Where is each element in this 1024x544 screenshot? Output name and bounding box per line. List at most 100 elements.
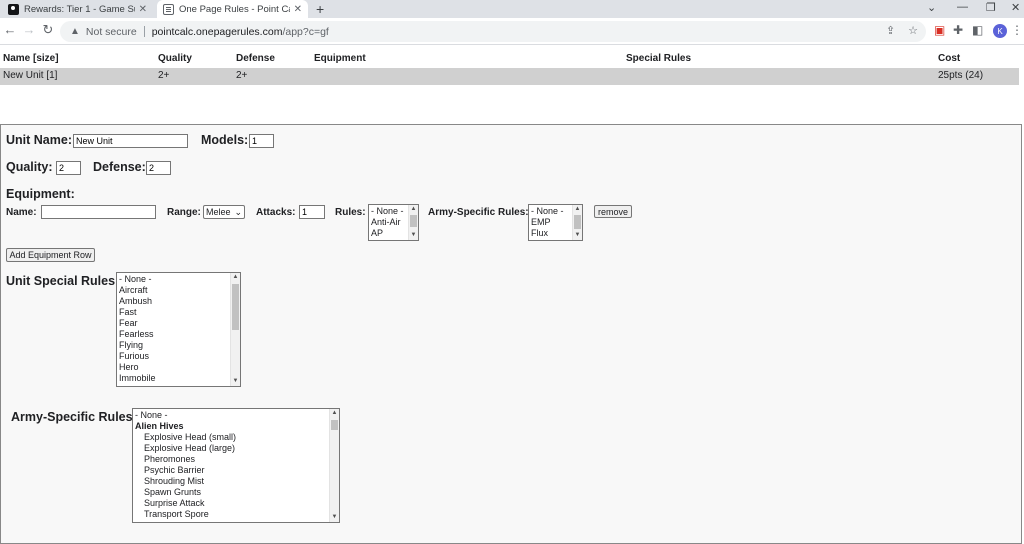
table-row[interactable]: New Unit [1] 2+ 2+ 25pts (24) [0,68,1019,85]
list-item[interactable]: Spawn Grunts [133,487,329,498]
unit-summary-table: Name [size] Quality Defense Equipment Sp… [0,51,1019,85]
patreon-icon [8,3,19,15]
scrollbar[interactable]: ▲ ▼ [230,273,240,386]
col-defense: Defense [236,53,275,64]
army-rules-label: Army-Specific Rules: [428,207,529,218]
attacks-input[interactable] [299,205,325,219]
list-item[interactable]: - None - [529,206,572,217]
reload-icon[interactable]: ↻ [40,22,56,38]
scroll-up-icon[interactable]: ▲ [573,205,582,214]
list-item[interactable]: Flux [529,228,572,239]
list-item[interactable]: Flying [117,340,230,351]
scroll-thumb[interactable] [232,284,239,330]
tab-strip: Rewards: Tier 1 - Game Supporte ✕ One Pa… [0,0,1024,18]
list-item[interactable]: Anti-Air [369,217,408,228]
range-select[interactable]: Melee ⌄ [203,205,245,219]
url-path: /app?c=gf [282,25,329,38]
equip-rules-listbox[interactable]: - None - Anti-Air AP ▲ ▼ [368,204,419,241]
list-item[interactable]: Immobile [117,373,230,384]
list-item[interactable]: Hero [117,362,230,373]
forward-icon[interactable]: → [21,22,37,37]
puzzle-icon[interactable]: ✚ [953,23,963,37]
divider [143,26,145,37]
unit-name-input[interactable] [73,134,188,148]
list-item[interactable]: - None - [369,206,408,217]
new-tab-button[interactable]: + [316,1,324,17]
list-item[interactable]: Fearless [117,329,230,340]
list-item[interactable]: AP [369,228,408,239]
col-equipment: Equipment [314,53,366,64]
list-item[interactable]: Surprise Attack [133,498,329,509]
tab-rewards[interactable]: Rewards: Tier 1 - Game Supporte ✕ [2,0,153,18]
models-label: Models: [201,133,249,147]
option-group-label: Alien Hives [135,421,184,431]
list-item[interactable]: - None - [133,410,329,421]
attacks-label: Attacks: [256,207,296,218]
security-status: Not secure [85,25,137,38]
equip-army-rules-listbox[interactable]: - None - EMP Flux ▲ ▼ [528,204,583,241]
defense-input[interactable] [146,161,171,175]
range-label: Range: [167,207,201,218]
side-panel-icon[interactable]: ◧ [972,23,983,37]
table-header: Name [size] Quality Defense Equipment Sp… [0,51,1019,68]
unit-special-rules-label: Unit Special Rules: [6,274,120,288]
list-item[interactable]: Psychic Barrier [133,465,329,476]
restore-icon[interactable]: ❐ [986,1,996,14]
avatar[interactable]: K [993,24,1007,38]
unit-editor-panel: Unit Name: Models: Quality: Defense: Equ… [0,124,1022,544]
cell-cost: 25pts (24) [938,70,984,81]
scrollbar[interactable]: ▲ ▼ [329,409,339,522]
list-item[interactable]: Ambush [117,296,230,307]
scroll-up-icon[interactable]: ▲ [330,409,339,418]
menu-icon[interactable]: ⋮ [1011,23,1023,37]
list-item[interactable]: Pheromones [133,454,329,465]
share-icon[interactable]: ⇪ [886,25,895,37]
list-item[interactable]: Explosive Head (small) [133,432,329,443]
equipment-heading: Equipment: [6,187,75,201]
remove-button[interactable]: remove [594,205,632,218]
tab-search-icon[interactable]: ⌄ [927,1,936,14]
scroll-thumb[interactable] [331,420,338,430]
list-item[interactable]: EMP [529,217,572,228]
col-quality: Quality [158,53,192,64]
close-tab-icon[interactable]: ✕ [139,4,147,15]
army-specific-rules-label: Army-Specific Rules: [11,410,137,424]
close-tab-icon[interactable]: ✕ [294,4,302,15]
equip-name-label: Name: [6,207,37,218]
scroll-thumb[interactable] [410,215,417,227]
equip-name-input[interactable] [41,205,156,219]
list-item[interactable]: Aircraft [117,285,230,296]
scroll-up-icon[interactable]: ▲ [409,205,418,214]
list-item[interactable]: Fear [117,318,230,329]
close-window-icon[interactable]: ✕ [1011,1,1020,14]
models-input[interactable] [249,134,274,148]
quality-input[interactable] [56,161,81,175]
unit-special-rules-listbox[interactable]: - None - Aircraft Ambush Fast Fear Fearl… [116,272,241,387]
scroll-thumb[interactable] [574,215,581,229]
army-specific-rules-listbox[interactable]: - None - Alien Hives Explosive Head (sma… [132,408,340,523]
minimize-icon[interactable]: — [957,1,968,13]
list-item[interactable]: Shrouding Mist [133,476,329,487]
scrollbar[interactable]: ▲ ▼ [408,205,418,240]
list-item[interactable]: Fast [117,307,230,318]
scroll-down-icon[interactable]: ▼ [231,377,240,386]
address-bar[interactable]: ▲ Not secure pointcalc.onepagerules.com /… [60,21,926,42]
list-item[interactable]: - None - [117,274,230,285]
list-item[interactable]: Transport Spore [133,509,329,520]
scroll-down-icon[interactable]: ▼ [330,513,339,522]
scroll-down-icon[interactable]: ▼ [573,231,582,240]
bookmark-star-icon[interactable]: ☆ [908,25,918,37]
extension-icon[interactable]: ▣ [934,23,945,37]
back-icon[interactable]: ← [2,22,18,37]
add-equipment-row-button[interactable]: Add Equipment Row [6,248,95,262]
list-item[interactable]: Explosive Head (large) [133,443,329,454]
quality-label: Quality: [6,160,53,174]
warning-icon[interactable]: ▲ [70,26,80,37]
scrollbar[interactable]: ▲ ▼ [572,205,582,240]
tab-point-calculator[interactable]: One Page Rules - Point Calculato ✕ [157,0,308,18]
scroll-down-icon[interactable]: ▼ [409,231,418,240]
list-item[interactable]: Furious [117,351,230,362]
scroll-up-icon[interactable]: ▲ [231,273,240,282]
rules-label: Rules: [335,207,366,218]
chevron-down-icon: ⌄ [234,206,242,217]
